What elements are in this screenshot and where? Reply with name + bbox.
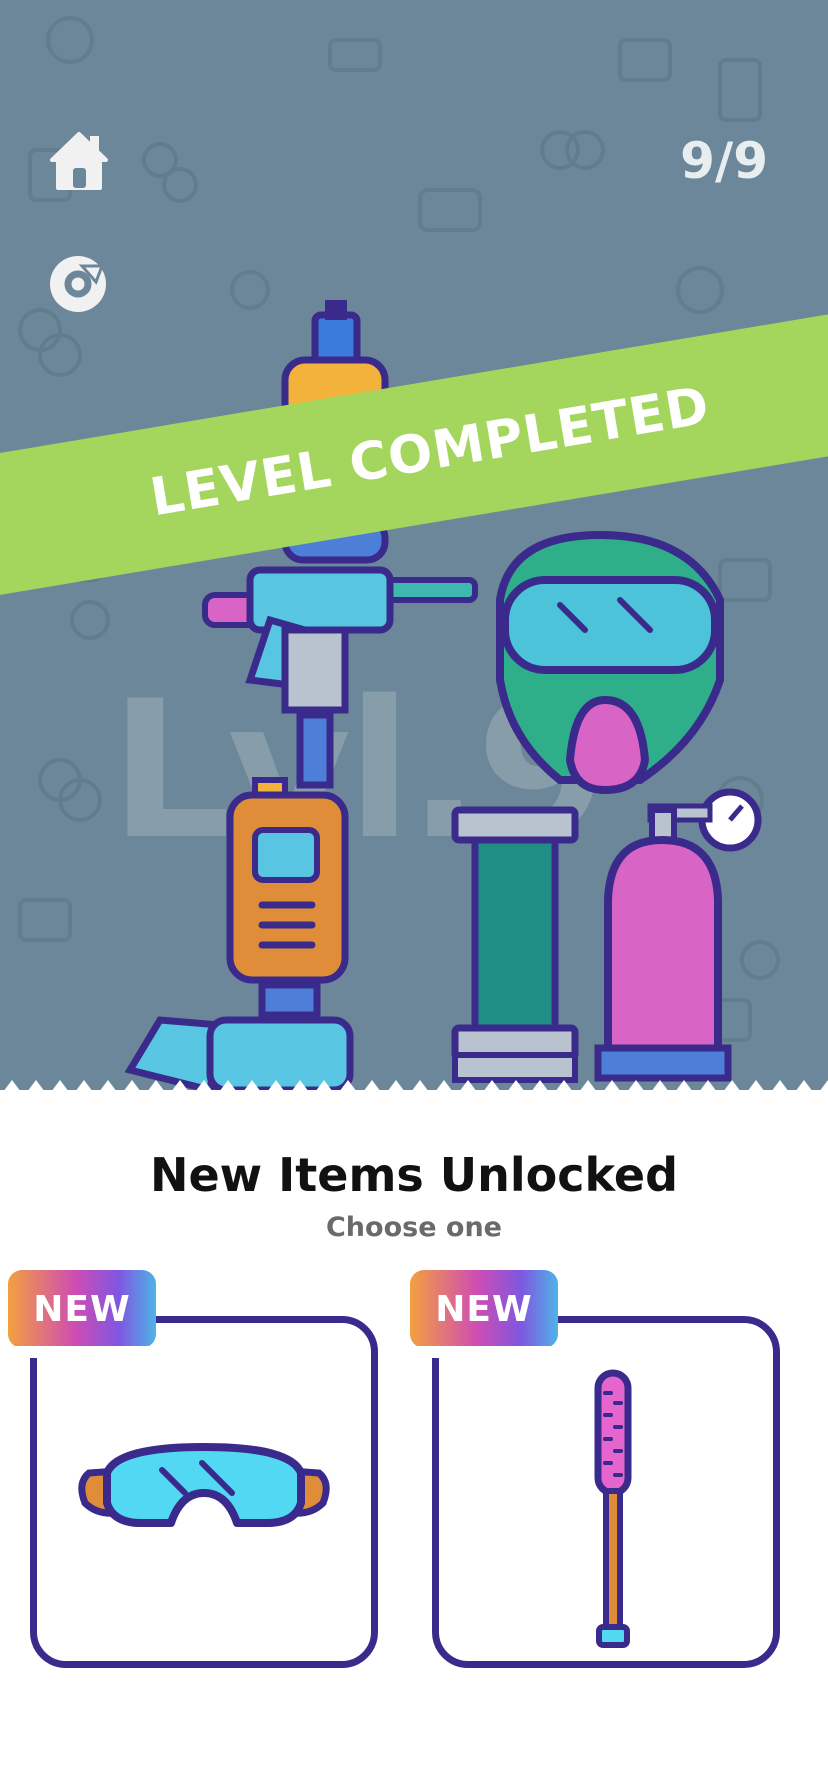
goggles-icon bbox=[78, 1443, 330, 1527]
game-scene: Lvl.9 LEVEL COMPLETED 9/9 bbox=[0, 0, 828, 1090]
new-badge: NEW bbox=[6, 1270, 158, 1358]
unlock-title: New Items Unlocked bbox=[149, 1148, 679, 1202]
marker-gun-illustration bbox=[202, 566, 478, 714]
level-progress-counter: 9/9 bbox=[680, 132, 768, 190]
pod-tube-illustration bbox=[451, 806, 579, 1083]
restart-icon bbox=[50, 256, 106, 312]
home-button[interactable] bbox=[44, 126, 114, 196]
new-badge: NEW bbox=[408, 1270, 560, 1358]
new-badge-label: NEW bbox=[435, 1288, 533, 1330]
radio-illustration bbox=[124, 711, 354, 1090]
restart-button[interactable] bbox=[44, 248, 114, 318]
barrel-swab-icon bbox=[594, 1369, 632, 1648]
new-badge-label: NEW bbox=[33, 1288, 131, 1330]
zigzag-divider bbox=[0, 1080, 828, 1096]
home-icon bbox=[50, 132, 108, 190]
unlock-subtitle: Choose one bbox=[325, 1212, 502, 1243]
paintball-mask-illustration bbox=[496, 530, 724, 795]
item-card-goggles[interactable] bbox=[30, 1316, 378, 1668]
item-card-swab[interactable] bbox=[432, 1316, 780, 1668]
co2-tank-illustration bbox=[594, 788, 762, 1082]
